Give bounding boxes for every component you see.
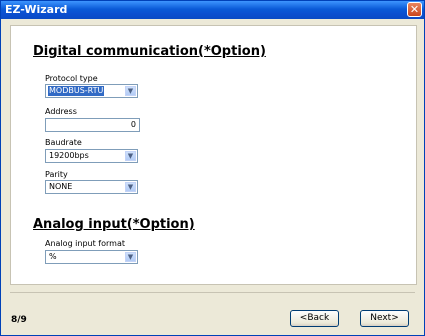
close-icon[interactable]: ✕	[407, 2, 422, 17]
baudrate-value: 19200bps	[49, 151, 89, 160]
chevron-down-icon[interactable]: ▼	[125, 252, 136, 262]
protocol-type-label: Protocol type	[45, 74, 98, 83]
analog-input-format-select[interactable]: % ▼	[45, 250, 138, 264]
parity-label: Parity	[45, 170, 68, 179]
protocol-type-value: MODBUS-RTU	[48, 86, 105, 96]
wizard-window: EZ-Wizard ✕ Digital communication(*Optio…	[0, 0, 425, 336]
analog-input-heading: Analog input(*Option)	[33, 217, 195, 232]
parity-value: NONE	[49, 182, 73, 191]
address-label: Address	[45, 107, 77, 116]
wizard-panel: Digital communication(*Option) Protocol …	[10, 25, 417, 285]
window-title: EZ-Wizard	[5, 3, 68, 16]
chevron-down-icon[interactable]: ▼	[125, 151, 136, 161]
protocol-type-select[interactable]: MODBUS-RTU ▼	[45, 84, 138, 98]
digital-communication-heading: Digital communication(*Option)	[33, 44, 266, 59]
analog-input-format-label: Analog input format	[45, 239, 125, 248]
address-input[interactable]: 0	[45, 118, 140, 132]
chevron-down-icon[interactable]: ▼	[125, 86, 136, 96]
footer-divider	[10, 292, 415, 293]
chevron-down-icon[interactable]: ▼	[125, 182, 136, 192]
parity-select[interactable]: NONE ▼	[45, 180, 138, 194]
next-button[interactable]: Next>	[360, 310, 409, 327]
page-indicator: 8/9	[11, 315, 27, 325]
baudrate-select[interactable]: 19200bps ▼	[45, 149, 138, 163]
title-bar[interactable]: EZ-Wizard ✕	[1, 1, 424, 19]
back-button[interactable]: <Back	[290, 310, 339, 327]
analog-input-format-value: %	[49, 252, 57, 261]
baudrate-label: Baudrate	[45, 138, 82, 147]
